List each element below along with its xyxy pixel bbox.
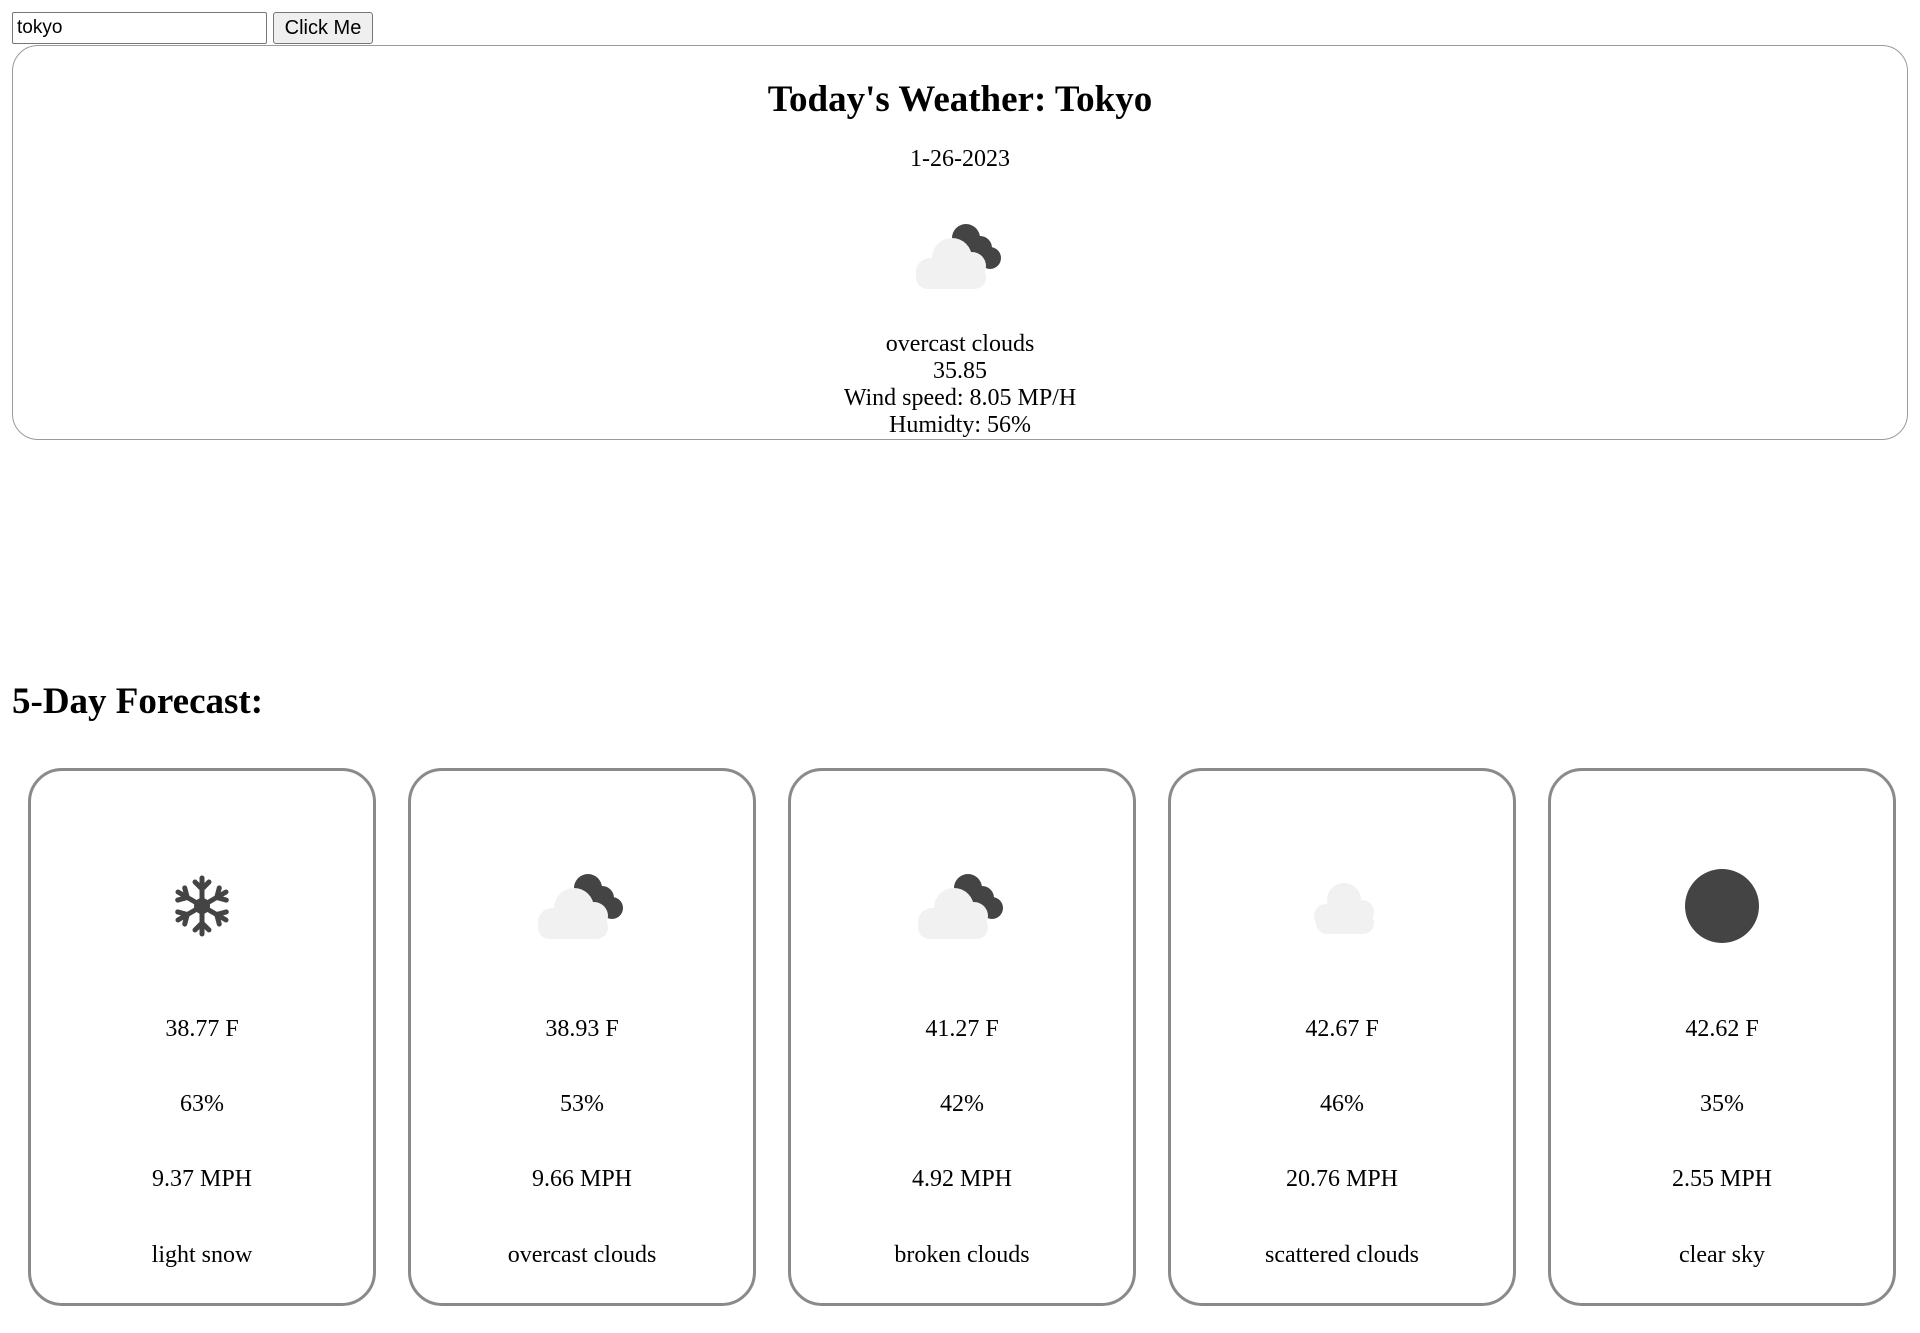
snowflake-icon (142, 856, 262, 956)
forecast-description: light snow (151, 1242, 253, 1268)
today-temperature: 35.85 (933, 358, 987, 384)
today-title: Today's Weather: Tokyo (767, 79, 1153, 120)
forecast-humidity: 42% (940, 1091, 984, 1117)
today-date: 1-26-2023 (910, 146, 1010, 172)
forecast-heading: 5-Day Forecast: (12, 681, 264, 722)
clear-sky-icon (1662, 856, 1782, 956)
forecast-humidity: 53% (560, 1091, 604, 1117)
today-humidity: Humidty: 56% (889, 412, 1031, 438)
forecast-description: broken clouds (894, 1242, 1030, 1268)
forecast-description: clear sky (1679, 1242, 1765, 1268)
today-weather-card: Today's Weather: Tokyo 1-26-2023 overcas… (12, 45, 1908, 440)
forecast-temperature: 38.77 F (165, 1016, 239, 1042)
forecast-card: 42.67 F 46% 20.76 MPH scattered clouds (1168, 768, 1516, 1306)
scattered-clouds-icon (1282, 856, 1402, 956)
city-search-input[interactable] (12, 12, 267, 44)
forecast-temperature: 42.67 F (1305, 1016, 1379, 1042)
forecast-card: 38.93 F 53% 9.66 MPH overcast clouds (408, 768, 756, 1306)
forecast-humidity: 35% (1700, 1091, 1744, 1117)
forecast-wind: 20.76 MPH (1285, 1166, 1399, 1192)
forecast-description: scattered clouds (1265, 1242, 1419, 1268)
today-wind-speed: Wind speed: 8.05 MP/H (843, 385, 1077, 411)
forecast-wind: 9.66 MPH (531, 1166, 633, 1192)
forecast-card: 38.77 F 63% 9.37 MPH light snow (28, 768, 376, 1306)
forecast-humidity: 46% (1320, 1091, 1364, 1117)
forecast-temperature: 42.62 F (1685, 1016, 1759, 1042)
forecast-description: overcast clouds (507, 1242, 657, 1268)
broken-clouds-icon (902, 856, 1022, 956)
forecast-humidity: 63% (180, 1091, 224, 1117)
forecast-temperature: 41.27 F (925, 1016, 999, 1042)
forecast-wind: 4.92 MPH (911, 1166, 1013, 1192)
forecast-temperature: 38.93 F (545, 1016, 619, 1042)
overcast-clouds-icon (900, 206, 1020, 306)
today-description: overcast clouds (885, 331, 1035, 357)
forecast-card: 42.62 F 35% 2.55 MPH clear sky (1548, 768, 1896, 1306)
forecast-wind: 2.55 MPH (1671, 1166, 1773, 1192)
overcast-clouds-icon (522, 856, 642, 956)
search-button[interactable]: Click Me (273, 12, 373, 44)
forecast-wind: 9.37 MPH (151, 1166, 253, 1192)
forecast-card: 41.27 F 42% 4.92 MPH broken clouds (788, 768, 1136, 1306)
